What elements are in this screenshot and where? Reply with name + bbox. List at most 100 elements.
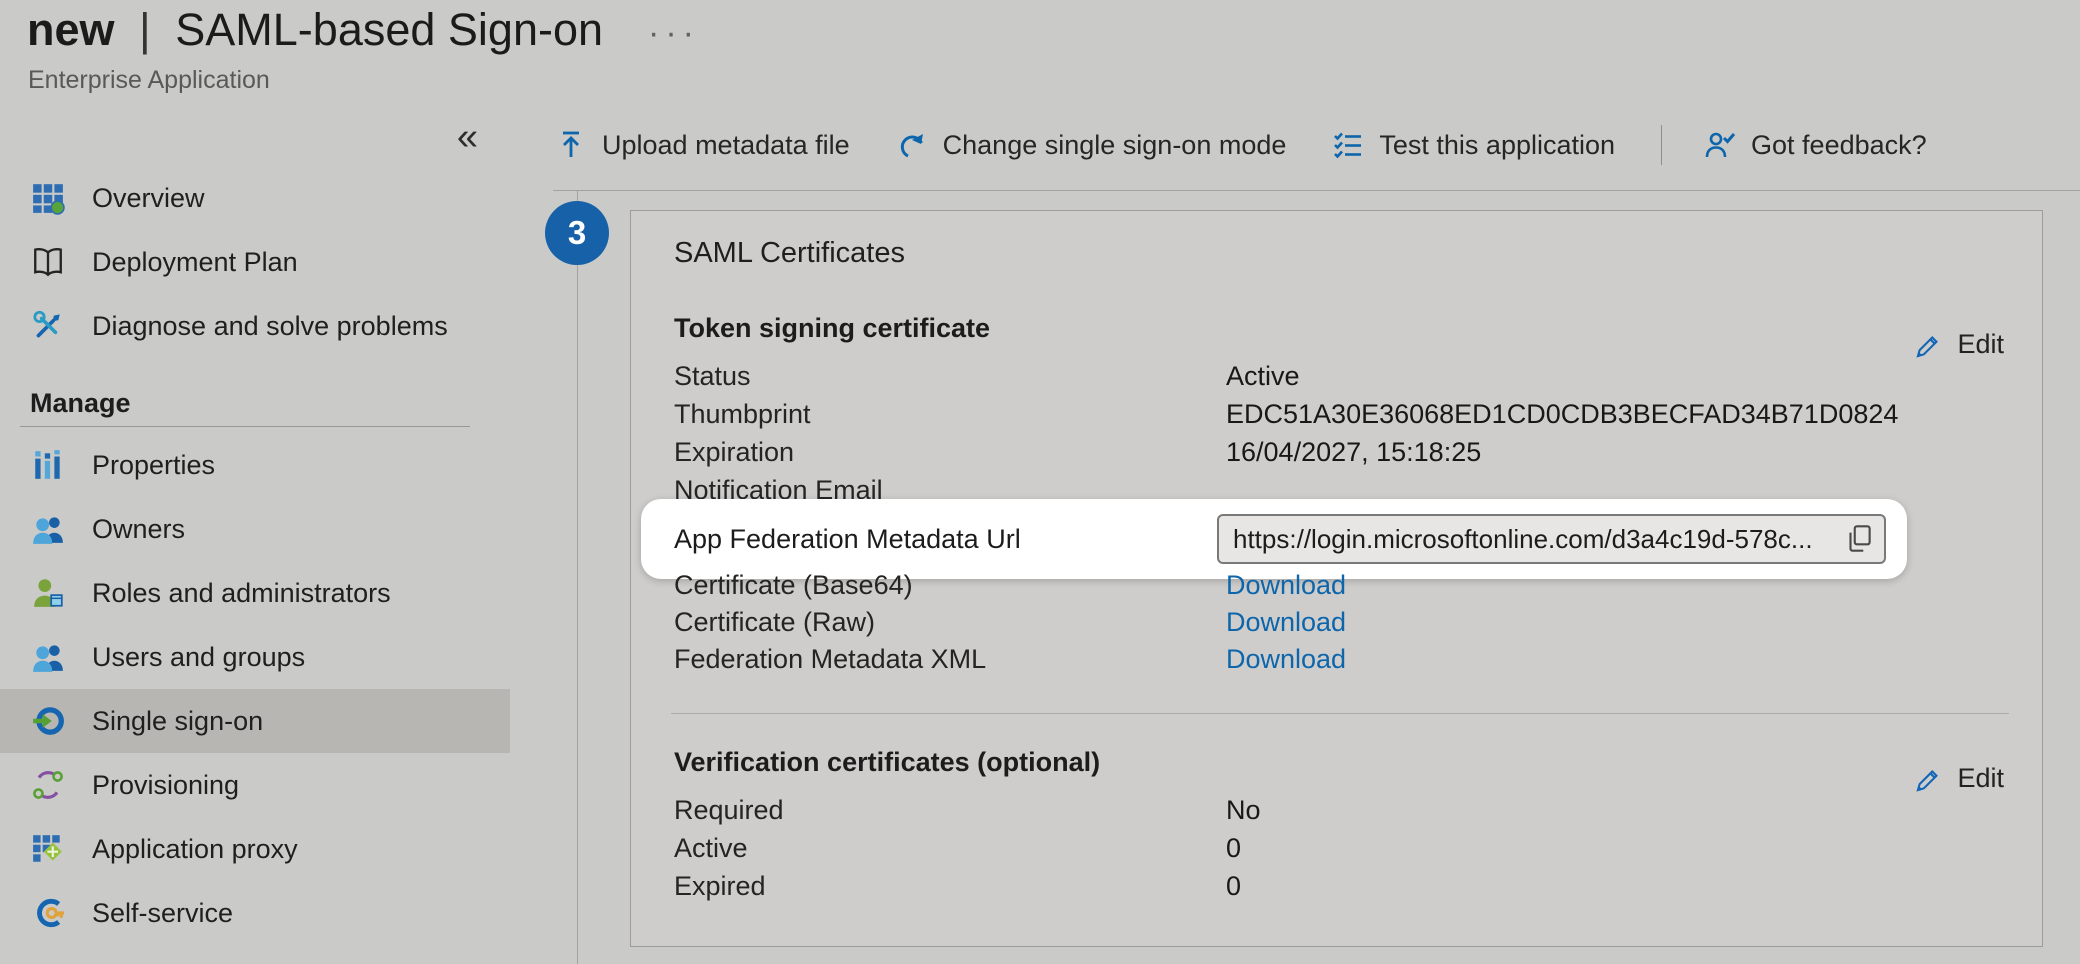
sidebar-item-properties[interactable]: Properties <box>0 433 510 497</box>
sidebar-nav: Overview Deployment Plan Diagnose and so… <box>0 166 510 945</box>
collapse-double-chevron-icon[interactable]: « <box>457 118 478 156</box>
row-label: Expired <box>674 871 1226 902</box>
table-row: Expired 0 <box>674 867 2002 905</box>
single-sign-on-icon <box>30 703 66 739</box>
pencil-icon <box>1914 330 1944 360</box>
upload-icon <box>555 129 587 161</box>
got-feedback-button[interactable]: Got feedback? <box>1704 129 1927 161</box>
expired-count-value: 0 <box>1226 871 1241 902</box>
sidebar-item-roles-administrators[interactable]: Roles and administrators <box>0 561 510 625</box>
change-sso-mode-button[interactable]: Change single sign-on mode <box>896 129 1287 161</box>
download-certificate-raw-link[interactable]: Download <box>1226 607 1346 638</box>
step-rail-line <box>577 190 578 964</box>
sidebar-item-deployment-plan[interactable]: Deployment Plan <box>0 230 510 294</box>
table-row: Active 0 <box>674 829 2002 867</box>
page-title-secondary: SAML-based Sign-on <box>175 4 603 55</box>
app-name: new <box>27 4 115 55</box>
test-application-button[interactable]: Test this application <box>1332 129 1615 161</box>
properties-bars-icon <box>30 447 66 483</box>
command-bar: Upload metadata file Change single sign-… <box>555 100 1973 190</box>
sidebar-item-users-groups[interactable]: Users and groups <box>0 625 510 689</box>
table-row: Certificate (Base64) Download <box>674 567 2002 604</box>
ellipsis-icon[interactable]: ··· <box>648 14 700 53</box>
panel-title: SAML Certificates <box>674 237 905 270</box>
table-row: Certificate (Raw) Download <box>674 604 2002 641</box>
row-label: Status <box>674 361 1226 392</box>
sidebar-item-label: Single sign-on <box>92 706 263 737</box>
sidebar-item-diagnose[interactable]: Diagnose and solve problems <box>0 294 510 358</box>
required-value: No <box>1226 795 1261 826</box>
table-row: Status Active <box>674 357 2002 395</box>
sidebar-divider <box>20 426 470 427</box>
self-service-key-icon <box>30 895 66 931</box>
table-row: Expiration 16/04/2027, 15:18:25 <box>674 433 2002 471</box>
toolbar-item-label: Upload metadata file <box>602 130 850 161</box>
table-row: Federation Metadata XML Download <box>674 641 2002 678</box>
upload-metadata-file-button[interactable]: Upload metadata file <box>555 129 850 161</box>
sidebar: « Overview Deployment Plan Diagnose and … <box>0 100 510 964</box>
sidebar-item-single-sign-on[interactable]: Single sign-on <box>0 689 510 753</box>
toolbar-item-label: Change single sign-on mode <box>943 130 1287 161</box>
toolbar-separator-line <box>553 190 2080 191</box>
owners-people-icon <box>30 511 66 547</box>
table-row: Required No <box>674 791 2002 829</box>
sidebar-item-label: Overview <box>92 183 205 214</box>
row-label: Thumbprint <box>674 399 1226 430</box>
row-label: Active <box>674 833 1226 864</box>
row-label: App Federation Metadata Url <box>674 524 1217 555</box>
sidebar-item-label: Application proxy <box>92 834 298 865</box>
toolbar-item-label: Test this application <box>1379 130 1615 161</box>
app-federation-metadata-url-input[interactable]: https://login.microsoftonline.com/d3a4c1… <box>1217 514 1886 564</box>
download-federation-metadata-xml-link[interactable]: Download <box>1226 644 1346 675</box>
sidebar-item-application-proxy[interactable]: Application proxy <box>0 817 510 881</box>
sidebar-item-label: Diagnose and solve problems <box>92 311 448 342</box>
row-label: Required <box>674 795 1226 826</box>
main-content: Upload metadata file Change single sign-… <box>510 100 2080 964</box>
sidebar-item-owners[interactable]: Owners <box>0 497 510 561</box>
sidebar-item-self-service[interactable]: Self-service <box>0 881 510 945</box>
sidebar-item-label: Deployment Plan <box>92 247 298 278</box>
toolbar-divider <box>1661 125 1662 165</box>
undo-arrow-icon <box>896 129 928 161</box>
pencil-icon <box>1914 764 1944 794</box>
row-label: Federation Metadata XML <box>674 644 1226 675</box>
page-subtitle: Enterprise Application <box>28 66 270 95</box>
edit-verification-button[interactable]: Edit <box>1914 763 2004 794</box>
sidebar-item-provisioning[interactable]: Provisioning <box>0 753 510 817</box>
provisioning-sync-icon <box>30 767 66 803</box>
page-title: new | SAML-based Sign-on <box>27 4 603 56</box>
sidebar-item-label: Owners <box>92 514 185 545</box>
toolbar-item-label: Got feedback? <box>1751 130 1927 161</box>
sidebar-item-label: Provisioning <box>92 770 239 801</box>
expiration-value: 16/04/2027, 15:18:25 <box>1226 437 1481 468</box>
users-groups-people-icon <box>30 639 66 675</box>
active-count-value: 0 <box>1226 833 1241 864</box>
diagnose-tools-icon <box>30 308 66 344</box>
edit-token-signing-button[interactable]: Edit <box>1914 329 2004 360</box>
row-label: Certificate (Raw) <box>674 607 1226 638</box>
row-label: Expiration <box>674 437 1226 468</box>
sidebar-item-label: Properties <box>92 450 215 481</box>
sidebar-item-label: Roles and administrators <box>92 578 391 609</box>
edit-label: Edit <box>1957 329 2004 360</box>
title-separator: | <box>139 4 151 55</box>
sidebar-item-label: Self-service <box>92 898 233 929</box>
certificate-download-rows: Certificate (Base64) Download Certificat… <box>674 567 2002 678</box>
application-proxy-grid-icon <box>30 831 66 867</box>
page-header: new | SAML-based Sign-on ··· Enterprise … <box>0 0 2080 100</box>
row-label: Certificate (Base64) <box>674 570 1226 601</box>
step-number-badge: 3 <box>545 201 609 265</box>
overview-grid-icon <box>30 180 66 216</box>
download-certificate-base64-link[interactable]: Download <box>1226 570 1346 601</box>
checklist-icon <box>1332 129 1364 161</box>
verification-rows: Required No Active 0 Expired 0 <box>674 791 2002 905</box>
copy-icon[interactable] <box>1842 522 1876 556</box>
section-divider <box>671 713 2009 714</box>
sidebar-item-label: Users and groups <box>92 642 305 673</box>
token-signing-rows: Status Active Thumbprint EDC51A30E36068E… <box>674 357 2002 509</box>
sidebar-item-overview[interactable]: Overview <box>0 166 510 230</box>
token-signing-certificate-title: Token signing certificate <box>674 313 990 344</box>
saml-certificates-panel: SAML Certificates Token signing certific… <box>630 210 2043 947</box>
roles-person-cube-icon <box>30 575 66 611</box>
edit-label: Edit <box>1957 763 2004 794</box>
